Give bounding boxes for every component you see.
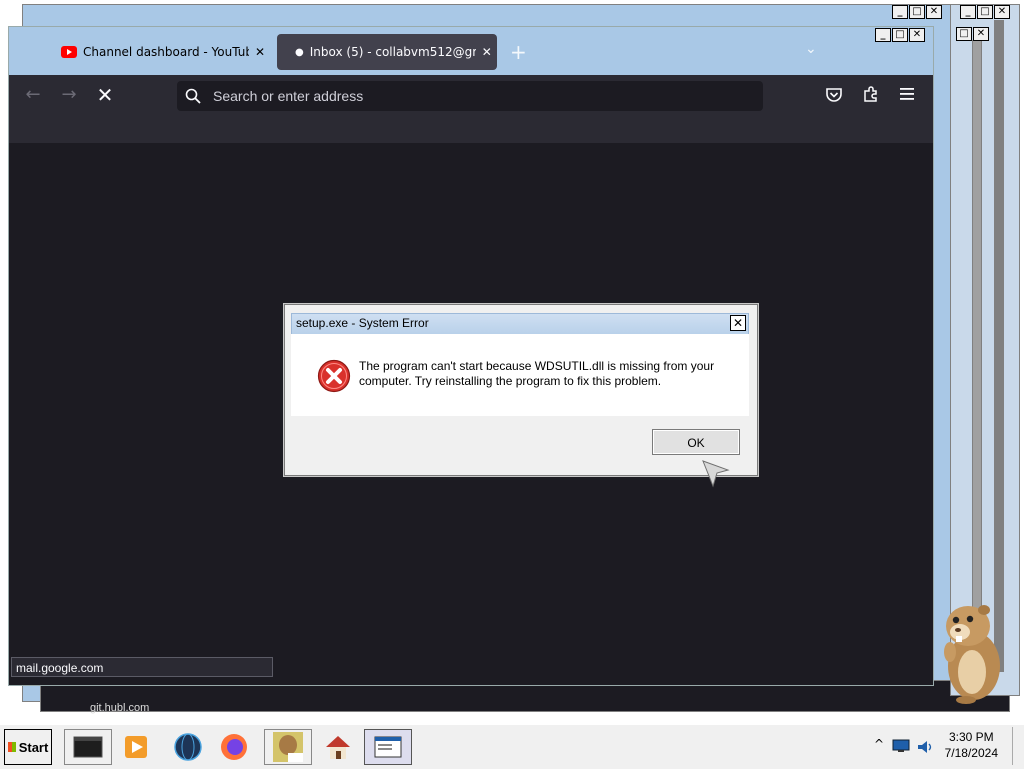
minimize-icon[interactable]: _ bbox=[960, 5, 976, 19]
stop-loading-icon[interactable]: ✕ bbox=[93, 83, 117, 107]
bonzi-box-icon bbox=[273, 732, 303, 762]
maximize-icon[interactable]: □ bbox=[977, 5, 993, 19]
tab-youtube-studio[interactable]: Channel dashboard - YouTube Studio ✕ bbox=[53, 34, 267, 70]
tab-inbox[interactable]: ● Inbox (5) - collabvm512@gmail.com ✕ bbox=[277, 34, 497, 70]
pocket-icon[interactable] bbox=[825, 87, 843, 103]
menu-icon[interactable] bbox=[899, 87, 915, 101]
close-icon[interactable]: ✕ bbox=[973, 27, 989, 41]
terminal-icon bbox=[73, 736, 103, 758]
taskbar-app-globe[interactable] bbox=[164, 729, 212, 765]
start-button[interactable]: Start bbox=[4, 729, 52, 765]
close-icon[interactable]: ✕ bbox=[926, 5, 942, 19]
search-icon bbox=[185, 88, 201, 104]
minimize-icon[interactable]: _ bbox=[892, 5, 908, 19]
extensions-icon[interactable] bbox=[862, 85, 880, 103]
close-icon[interactable]: ✕ bbox=[994, 5, 1010, 19]
taskbar-app-media-player[interactable] bbox=[112, 729, 160, 765]
tab-list-chevron-icon[interactable]: ⌄ bbox=[805, 41, 817, 57]
taskbar-app-terminal[interactable] bbox=[64, 729, 112, 765]
forward-arrow-icon[interactable]: → bbox=[57, 83, 81, 107]
background-window-text: git.hubl.com bbox=[90, 702, 150, 714]
mouse-cursor-icon bbox=[702, 460, 730, 488]
background-window-controls-1: _ □ ✕ bbox=[892, 5, 942, 19]
display-icon[interactable] bbox=[892, 739, 910, 753]
dialog-title: setup.exe - System Error bbox=[296, 316, 429, 330]
taskbar-app-firefox[interactable] bbox=[210, 729, 258, 765]
error-dialog: setup.exe - System Error ✕ The program c… bbox=[284, 304, 758, 476]
browser-window-controls: _ □ ✕ bbox=[875, 28, 925, 42]
maximize-icon[interactable]: □ bbox=[909, 5, 925, 19]
start-label: Start bbox=[18, 739, 49, 755]
window-icon bbox=[374, 736, 402, 758]
dialog-message: The program can't start because WDSUTIL.… bbox=[359, 359, 715, 388]
minimize-icon[interactable]: _ bbox=[875, 28, 891, 42]
windows-logo-icon bbox=[7, 742, 16, 752]
tray-chevron-icon[interactable]: ^ bbox=[874, 737, 884, 751]
taskbar-app-bonzi-box[interactable] bbox=[264, 729, 312, 765]
maximize-icon[interactable]: □ bbox=[956, 27, 972, 41]
tab-strip: Channel dashboard - YouTube Studio ✕ ● I… bbox=[9, 27, 933, 75]
ok-button[interactable]: OK bbox=[652, 429, 740, 455]
close-tab-icon[interactable]: ✕ bbox=[255, 45, 265, 59]
volume-icon[interactable] bbox=[916, 739, 934, 755]
firefox-icon bbox=[221, 734, 247, 760]
tab-label: Inbox (5) - collabvm512@gmail.com bbox=[309, 45, 476, 59]
error-icon bbox=[317, 359, 351, 393]
tab-label: Channel dashboard - YouTube Studio bbox=[83, 45, 249, 59]
back-arrow-icon[interactable]: ← bbox=[21, 83, 45, 107]
background-window-3 bbox=[950, 4, 1020, 696]
new-tab-button[interactable]: + bbox=[510, 40, 527, 64]
close-icon[interactable]: ✕ bbox=[909, 28, 925, 42]
background-window-edge-2 bbox=[972, 40, 982, 662]
loading-dot-icon: ● bbox=[295, 46, 304, 58]
address-bar[interactable] bbox=[177, 81, 763, 111]
address-input[interactable] bbox=[211, 87, 735, 105]
desktop-assistant-icon[interactable] bbox=[938, 600, 1008, 704]
background-window-controls-2: _ □ ✕ bbox=[960, 5, 1010, 19]
taskbar-app-window[interactable] bbox=[364, 729, 412, 765]
show-desktop-button[interactable] bbox=[1012, 727, 1023, 765]
dialog-title-bar: setup.exe - System Error ✕ bbox=[291, 313, 749, 335]
dialog-body: The program can't start because WDSUTIL.… bbox=[291, 334, 749, 416]
house-icon bbox=[326, 736, 350, 759]
dialog-close-icon[interactable]: ✕ bbox=[730, 315, 746, 331]
background-window-edge bbox=[994, 20, 1004, 672]
close-tab-icon[interactable]: ✕ bbox=[482, 45, 492, 59]
taskbar: Start ^ 3:30 PM 7/18/2024 bbox=[0, 724, 1024, 769]
background-window-controls-3: □ ✕ bbox=[956, 27, 989, 41]
clock-time: 3:30 PM bbox=[948, 730, 994, 744]
navigation-toolbar: ← → ✕ bbox=[9, 75, 933, 143]
system-clock[interactable]: 3:30 PM 7/18/2024 bbox=[945, 729, 998, 761]
globe-icon bbox=[174, 733, 202, 761]
taskbar-app-house[interactable] bbox=[314, 729, 362, 765]
clock-date: 7/18/2024 bbox=[944, 746, 998, 760]
maximize-icon[interactable]: □ bbox=[892, 28, 908, 42]
media-player-icon bbox=[125, 736, 147, 758]
status-bar-url: mail.google.com bbox=[11, 657, 273, 677]
youtube-icon bbox=[61, 46, 77, 58]
